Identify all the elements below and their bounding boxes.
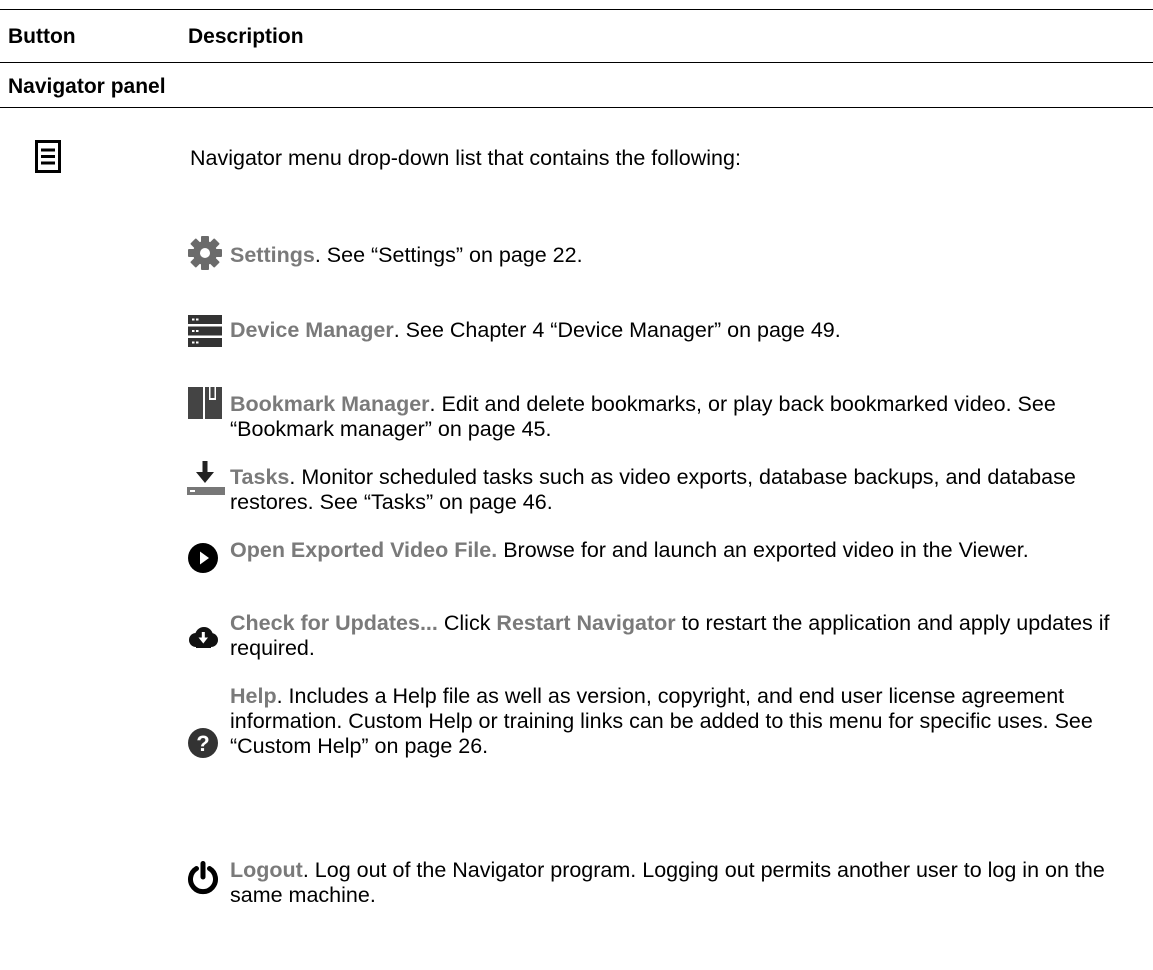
item-logout-desc: . Log out of the Navigator program. Logg… <box>230 858 1105 907</box>
gear-icon <box>187 235 223 276</box>
item-device-manager: Device Manager. See Chapter 4 “Device Ma… <box>230 318 1145 343</box>
power-icon <box>186 861 220 900</box>
item-bookmark-manager-name: Bookmark Manager <box>230 392 430 416</box>
item-help-name: Help <box>230 684 277 708</box>
top-rule <box>0 9 1153 10</box>
restart-navigator-label: Restart Navigator <box>496 611 676 635</box>
item-logout: Logout. Log out of the Navigator program… <box>230 858 1145 908</box>
help-circle-icon: ? <box>188 728 218 763</box>
section-title: Navigator panel <box>8 75 166 98</box>
item-settings-name: Settings <box>230 243 315 267</box>
column-header-button: Button <box>8 25 76 48</box>
hamburger-menu-icon <box>35 140 61 178</box>
item-device-manager-desc: . See Chapter 4 “Device Manager” on page… <box>393 318 841 342</box>
server-icon <box>188 315 222 352</box>
column-header-description: Description <box>188 25 304 48</box>
play-circle-icon <box>188 543 218 578</box>
cloud-download-icon <box>188 627 218 654</box>
item-check-updates-desc: Click <box>437 611 497 635</box>
item-help-desc: . Includes a Help file as well as versio… <box>230 684 1093 758</box>
item-logout-name: Logout <box>230 858 303 882</box>
menu-description: Navigator menu drop-down list that conta… <box>190 146 741 170</box>
item-open-exported-video-name: Open Exported Video File. <box>230 538 498 562</box>
item-help: Help. Includes a Help file as well as ve… <box>230 684 1145 759</box>
item-open-exported-video: Open Exported Video File. Browse for and… <box>230 538 1145 563</box>
item-check-updates-name: Check for Updates... <box>230 611 438 635</box>
item-settings: Settings. See “Settings” on page 22. <box>230 243 1145 268</box>
item-bookmark-manager: Bookmark Manager. Edit and delete bookma… <box>230 392 1145 442</box>
bookmark-book-icon <box>188 386 222 425</box>
item-device-manager-name: Device Manager <box>230 318 394 342</box>
section-rule <box>0 107 1153 108</box>
item-open-exported-video-desc: Browse for and launch an exported video … <box>497 538 1029 562</box>
svg-text:?: ? <box>196 731 209 756</box>
item-tasks: Tasks. Monitor scheduled tasks such as v… <box>230 465 1145 515</box>
item-tasks-name: Tasks <box>230 465 290 489</box>
header-rule <box>0 62 1153 63</box>
item-check-updates: Check for Updates... Click Restart Navig… <box>230 611 1145 661</box>
download-tray-icon <box>186 460 226 501</box>
item-tasks-desc: . Monitor scheduled tasks such as video … <box>230 465 1076 514</box>
item-settings-desc: . See “Settings” on page 22. <box>314 243 583 267</box>
